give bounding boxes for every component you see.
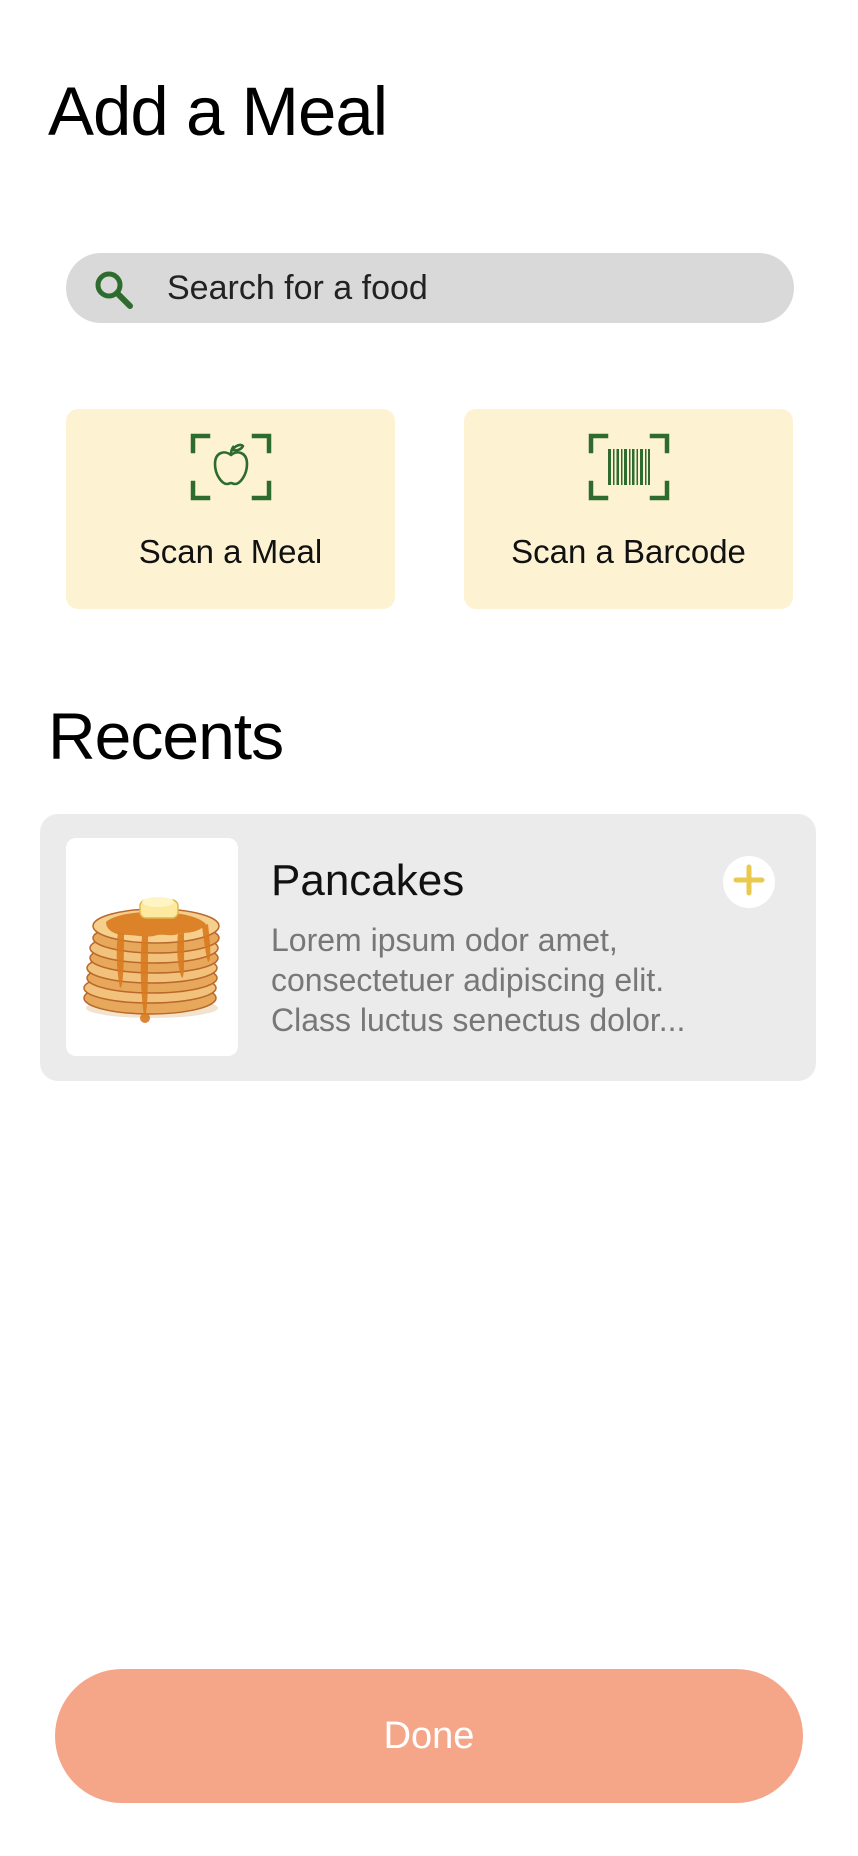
scan-barcode-icon xyxy=(588,433,670,501)
done-button[interactable]: Done xyxy=(55,1669,803,1803)
recent-item[interactable]: Pancakes Lorem ipsum odor amet, consecte… xyxy=(40,814,816,1081)
recents-title: Recents xyxy=(48,699,284,773)
pancakes-image xyxy=(66,838,238,1056)
recent-item-name: Pancakes xyxy=(271,856,465,905)
scan-meal-label: Scan a Meal xyxy=(138,533,323,570)
recent-item-description: Lorem ipsum odor amet, consectetuer adip… xyxy=(271,922,686,1038)
search-input[interactable] xyxy=(167,253,767,323)
plus-icon xyxy=(733,864,765,901)
search-bar[interactable] xyxy=(66,253,794,323)
scan-barcode-button[interactable]: Scan a Barcode xyxy=(464,409,793,609)
search-icon xyxy=(92,268,136,312)
scan-meal-button[interactable]: Scan a Meal xyxy=(66,409,395,609)
scan-barcode-label: Scan a Barcode xyxy=(511,533,746,570)
page-title: Add a Meal xyxy=(48,73,388,150)
add-recent-button[interactable] xyxy=(723,856,775,908)
scan-apple-icon xyxy=(190,433,272,501)
